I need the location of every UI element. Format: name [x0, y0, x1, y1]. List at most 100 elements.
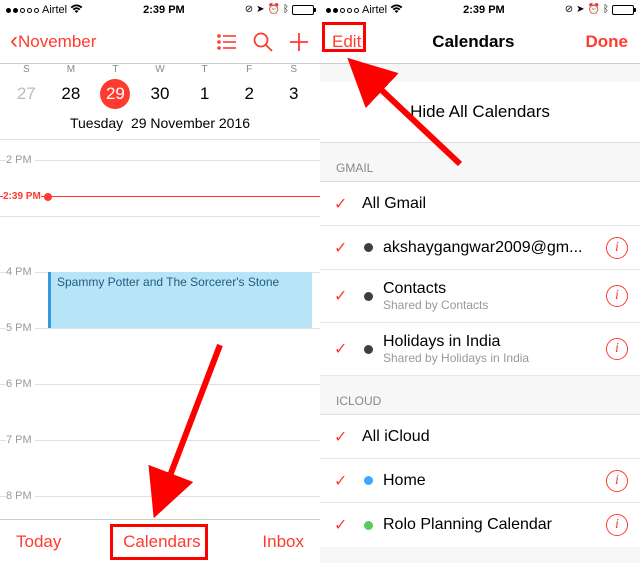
alarm-icon: ⏰	[588, 5, 600, 15]
date-cell[interactable]: 30	[138, 79, 183, 109]
checkmark-icon: ✓	[334, 339, 352, 359]
info-button[interactable]: i	[606, 470, 628, 492]
now-time-label: 2:39 PM	[3, 191, 41, 202]
hour-row: 2 PM	[0, 160, 320, 216]
event-title: Spammy Potter and The Sorcerer's Stone	[57, 275, 279, 289]
calendar-title: Rolo Planning Calendar	[383, 516, 596, 534]
now-indicator-line: 2:39 PM	[0, 196, 320, 197]
dates-row: 27 28 29 30 1 2 3	[0, 75, 320, 115]
phone-left-calendar-day: Airtel 2:39 PM ⊘ ➤ ⏰ ᛒ ‹ November	[0, 0, 320, 563]
carrier-label: Airtel	[362, 4, 387, 16]
calendars-button[interactable]: Calendars	[123, 532, 201, 552]
calendar-title: Contacts	[383, 280, 596, 298]
location-icon: ➤	[256, 5, 264, 15]
checkmark-icon: ✓	[334, 286, 352, 306]
checkmark-icon: ✓	[334, 471, 352, 491]
checkmark-icon: ✓	[334, 194, 352, 214]
wifi-icon	[70, 4, 83, 17]
section-header-gmail: GMAIL	[320, 143, 640, 182]
calendar-title: Home	[383, 472, 596, 490]
calendar-event[interactable]: Spammy Potter and The Sorcerer's Stone	[48, 272, 312, 328]
signal-dots-icon	[326, 8, 359, 13]
calendar-color-dot-icon	[364, 521, 373, 530]
checkmark-icon: ✓	[334, 515, 352, 535]
checkmark-icon: ✓	[334, 427, 352, 447]
done-button[interactable]: Done	[586, 32, 629, 52]
info-button[interactable]: i	[606, 237, 628, 259]
battery-icon	[292, 5, 314, 15]
carrier-label: Airtel	[42, 4, 67, 16]
calendar-row[interactable]: ✓ Holidays in India Shared by Holidays i…	[320, 323, 640, 376]
calendar-title: Holidays in India	[383, 333, 596, 351]
navbar-calendars: Edit Calendars Done	[320, 20, 640, 64]
edit-button[interactable]: Edit	[332, 32, 361, 52]
status-bar: Airtel 2:39 PM ⊘ ➤ ⏰ ᛒ	[0, 0, 320, 20]
list-view-button[interactable]	[216, 31, 238, 53]
now-indicator-dot-icon	[44, 193, 52, 201]
weekday: S	[271, 64, 316, 75]
status-time: 2:39 PM	[143, 4, 185, 16]
phone-right-calendars-list: Airtel 2:39 PM ⊘ ➤ ⏰ ᛒ Edit Calendars Do…	[320, 0, 640, 563]
checkmark-icon: ✓	[334, 238, 352, 258]
search-button[interactable]	[252, 31, 274, 53]
timeline-scroll[interactable]: 2 PM 4 PM 5 PM 6 PM 7 PM 8 PM 9 PM 2:39 …	[0, 140, 320, 519]
calendar-row[interactable]: ✓ Home i	[320, 459, 640, 503]
hour-row	[0, 216, 320, 272]
info-button[interactable]: i	[606, 285, 628, 307]
weekday: T	[93, 64, 138, 75]
battery-icon	[612, 5, 634, 15]
hour-row: 6 PM	[0, 384, 320, 440]
calendar-title: akshaygangwar2009@gm...	[383, 239, 596, 257]
hour-row: 5 PM	[0, 328, 320, 384]
section-header-icloud: ICLOUD	[320, 376, 640, 415]
calendar-row[interactable]: ✓ Contacts Shared by Contacts i	[320, 270, 640, 323]
today-button[interactable]: Today	[16, 532, 61, 552]
hour-row: 8 PM	[0, 496, 320, 519]
weekday: S	[4, 64, 49, 75]
hour-row: 7 PM	[0, 440, 320, 496]
calendar-color-dot-icon	[364, 292, 373, 301]
chevron-left-icon: ‹	[10, 34, 18, 48]
status-time: 2:39 PM	[463, 4, 505, 16]
alarm-icon: ⏰	[268, 5, 280, 15]
calendar-row-all-gmail[interactable]: ✓ All Gmail	[320, 182, 640, 226]
info-button[interactable]: i	[606, 514, 628, 536]
date-cell[interactable]: 28	[49, 79, 94, 109]
date-cell-selected[interactable]: 29	[93, 79, 138, 109]
bottom-toolbar: Today Calendars Inbox	[0, 519, 320, 563]
calendar-color-dot-icon	[364, 243, 373, 252]
weekday: T	[182, 64, 227, 75]
date-cell[interactable]: 3	[271, 79, 316, 109]
info-button[interactable]: i	[606, 338, 628, 360]
bluetooth-icon: ᛒ	[283, 5, 289, 15]
orientation-lock-icon: ⊘	[565, 5, 573, 15]
signal-dots-icon	[6, 8, 39, 13]
wifi-icon	[390, 4, 403, 17]
back-label: November	[18, 32, 96, 52]
weekday: M	[49, 64, 94, 75]
navbar-day-view: ‹ November	[0, 20, 320, 64]
orientation-lock-icon: ⊘	[245, 5, 253, 15]
date-cell[interactable]: 2	[227, 79, 272, 109]
calendar-title: All iCloud	[362, 428, 628, 446]
back-button[interactable]: ‹ November	[10, 32, 96, 52]
status-bar: Airtel 2:39 PM ⊘ ➤ ⏰ ᛒ	[320, 0, 640, 20]
calendar-row[interactable]: ✓ Rolo Planning Calendar i	[320, 503, 640, 547]
calendar-title: All Gmail	[362, 195, 628, 213]
calendar-row-all-icloud[interactable]: ✓ All iCloud	[320, 415, 640, 459]
bluetooth-icon: ᛒ	[603, 5, 609, 15]
hide-all-calendars-button[interactable]: Hide All Calendars	[320, 82, 640, 143]
date-cell[interactable]: 1	[182, 79, 227, 109]
selected-date-label: Tuesday 29 November 2016	[0, 115, 320, 140]
calendar-row[interactable]: ✓ akshaygangwar2009@gm... i	[320, 226, 640, 270]
date-cell[interactable]: 27	[4, 79, 49, 109]
calendar-color-dot-icon	[364, 345, 373, 354]
weekday-header: S M T W T F S	[0, 64, 320, 75]
calendar-subtitle: Shared by Holidays in India	[383, 351, 596, 365]
weekday: W	[138, 64, 183, 75]
calendar-color-dot-icon	[364, 476, 373, 485]
location-icon: ➤	[576, 5, 584, 15]
inbox-button[interactable]: Inbox	[262, 532, 304, 552]
add-event-button[interactable]	[288, 31, 310, 53]
calendar-subtitle: Shared by Contacts	[383, 298, 596, 312]
